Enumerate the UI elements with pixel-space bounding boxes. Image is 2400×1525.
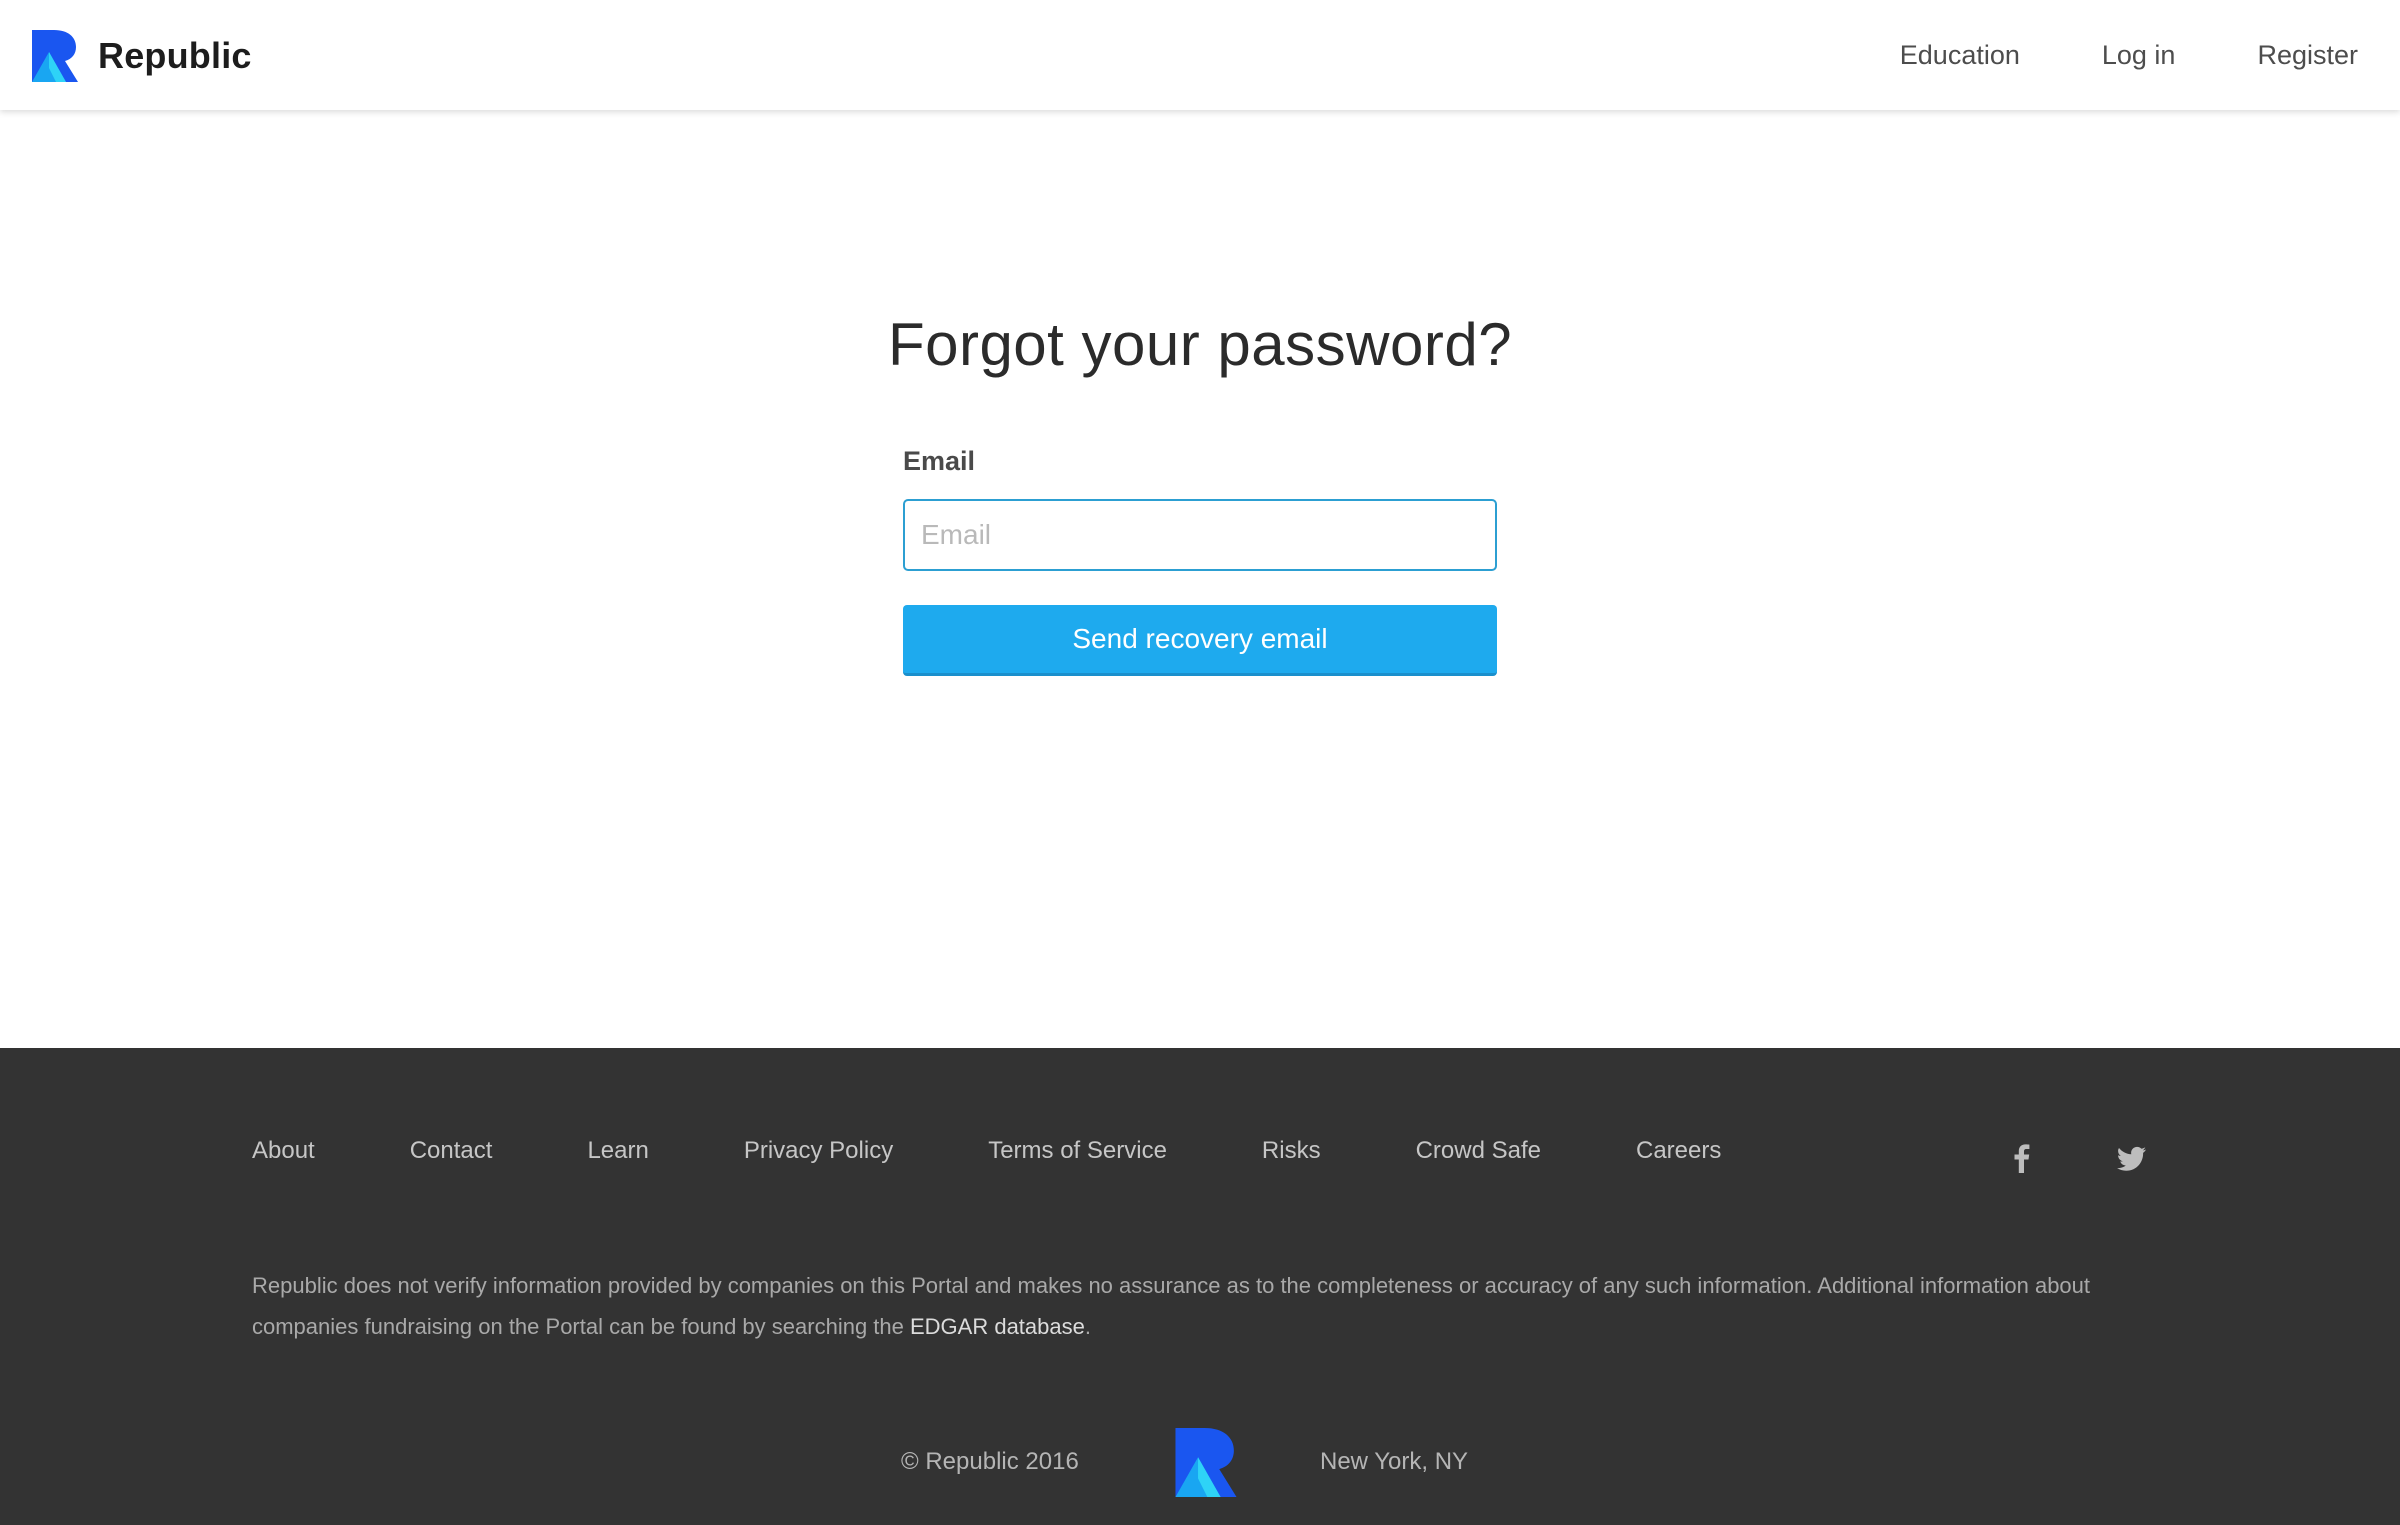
location-text: New York, NY bbox=[1320, 1448, 1469, 1475]
nav-login-link[interactable]: Log in bbox=[2102, 40, 2176, 71]
footer-link-risks[interactable]: Risks bbox=[1262, 1137, 1321, 1165]
footer-link-about[interactable]: About bbox=[252, 1137, 315, 1165]
brand-link[interactable]: Republic bbox=[32, 30, 252, 82]
email-label: Email bbox=[903, 446, 976, 476]
footer-link-contact[interactable]: Contact bbox=[410, 1137, 493, 1165]
brand-name: Republic bbox=[98, 35, 252, 76]
footer-link-terms-of-service[interactable]: Terms of Service bbox=[988, 1137, 1167, 1165]
footer-link-crowd-safe[interactable]: Crowd Safe bbox=[1416, 1137, 1541, 1165]
nav-register-link[interactable]: Register bbox=[2257, 40, 2358, 71]
main-nav: Education Log in Register bbox=[1818, 0, 2358, 110]
disclaimer-end: . bbox=[1084, 1314, 1091, 1339]
nav-education-link[interactable]: Education bbox=[1900, 40, 2020, 71]
republic-logo-icon bbox=[32, 30, 78, 82]
footer-nav: About Contact Learn Privacy Policy Terms… bbox=[252, 1136, 1816, 1166]
disclaimer-text: Republic does not verify information pro… bbox=[252, 1265, 2152, 1347]
footer-link-privacy-policy[interactable]: Privacy Policy bbox=[744, 1137, 893, 1165]
footer-link-learn[interactable]: Learn bbox=[587, 1137, 648, 1165]
disclaimer-body: Republic does not verify information pro… bbox=[252, 1273, 2091, 1339]
email-input[interactable] bbox=[903, 499, 1497, 571]
page-title: Forgot your password? bbox=[887, 311, 1513, 378]
republic-logo-icon bbox=[1175, 1428, 1237, 1497]
main-content: Forgot your password? Email Send recover… bbox=[0, 110, 2400, 1048]
site-header: Republic Education Log in Register bbox=[0, 0, 2400, 110]
site-footer: About Contact Learn Privacy Policy Terms… bbox=[0, 1048, 2400, 1525]
footer-link-careers[interactable]: Careers bbox=[1636, 1137, 1721, 1165]
edgar-database-link[interactable]: EDGAR database bbox=[910, 1314, 1085, 1339]
facebook-icon[interactable] bbox=[2004, 1140, 2040, 1176]
copyright-text: © Republic 2016 bbox=[901, 1448, 1079, 1475]
twitter-icon[interactable] bbox=[2114, 1140, 2150, 1176]
send-recovery-email-button[interactable]: Send recovery email bbox=[903, 605, 1497, 676]
